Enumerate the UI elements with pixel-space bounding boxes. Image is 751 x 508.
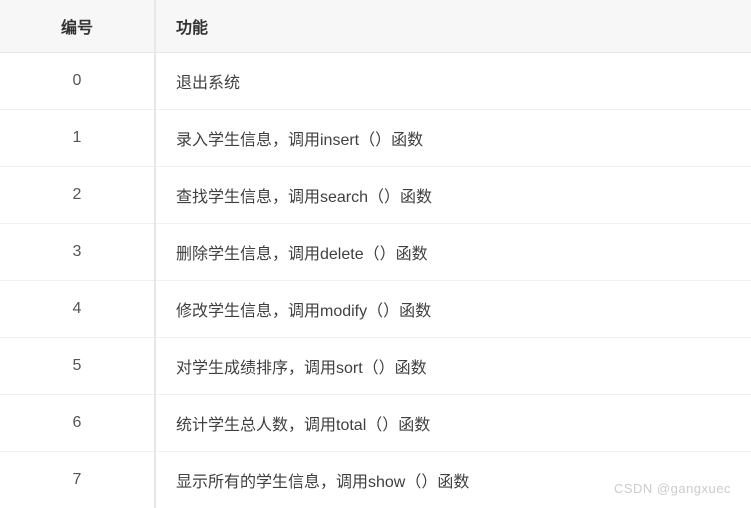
cell-id: 6 bbox=[0, 395, 155, 452]
cell-func: 录入学生信息，调用insert（）函数 bbox=[155, 110, 751, 167]
cell-id: 2 bbox=[0, 167, 155, 224]
cell-func: 统计学生总人数，调用total（）函数 bbox=[155, 395, 751, 452]
cell-func: 退出系统 bbox=[155, 53, 751, 110]
table-row: 6 统计学生总人数，调用total（）函数 bbox=[0, 395, 751, 452]
table-row: 4 修改学生信息，调用modify（）函数 bbox=[0, 281, 751, 338]
cell-id: 7 bbox=[0, 452, 155, 508]
watermark: CSDN @gangxuec bbox=[614, 481, 731, 496]
cell-id: 3 bbox=[0, 224, 155, 281]
cell-func: 查找学生信息，调用search（）函数 bbox=[155, 167, 751, 224]
table-row: 3 删除学生信息，调用delete（）函数 bbox=[0, 224, 751, 281]
cell-id: 5 bbox=[0, 338, 155, 395]
table-row: 5 对学生成绩排序，调用sort（）函数 bbox=[0, 338, 751, 395]
cell-func: 删除学生信息，调用delete（）函数 bbox=[155, 224, 751, 281]
table-row: 7 显示所有的学生信息，调用show（）函数 bbox=[0, 452, 751, 508]
header-func: 功能 bbox=[155, 0, 751, 53]
table-header-row: 编号 功能 bbox=[0, 0, 751, 53]
cell-id: 1 bbox=[0, 110, 155, 167]
table-row: 0 退出系统 bbox=[0, 53, 751, 110]
cell-func: 修改学生信息，调用modify（）函数 bbox=[155, 281, 751, 338]
cell-func: 对学生成绩排序，调用sort（）函数 bbox=[155, 338, 751, 395]
function-table: 编号 功能 0 退出系统 1 录入学生信息，调用insert（）函数 2 查找学… bbox=[0, 0, 751, 508]
cell-func: 显示所有的学生信息，调用show（）函数 bbox=[155, 452, 751, 508]
cell-id: 4 bbox=[0, 281, 155, 338]
header-id: 编号 bbox=[0, 0, 155, 53]
table-row: 2 查找学生信息，调用search（）函数 bbox=[0, 167, 751, 224]
table-row: 1 录入学生信息，调用insert（）函数 bbox=[0, 110, 751, 167]
cell-id: 0 bbox=[0, 53, 155, 110]
